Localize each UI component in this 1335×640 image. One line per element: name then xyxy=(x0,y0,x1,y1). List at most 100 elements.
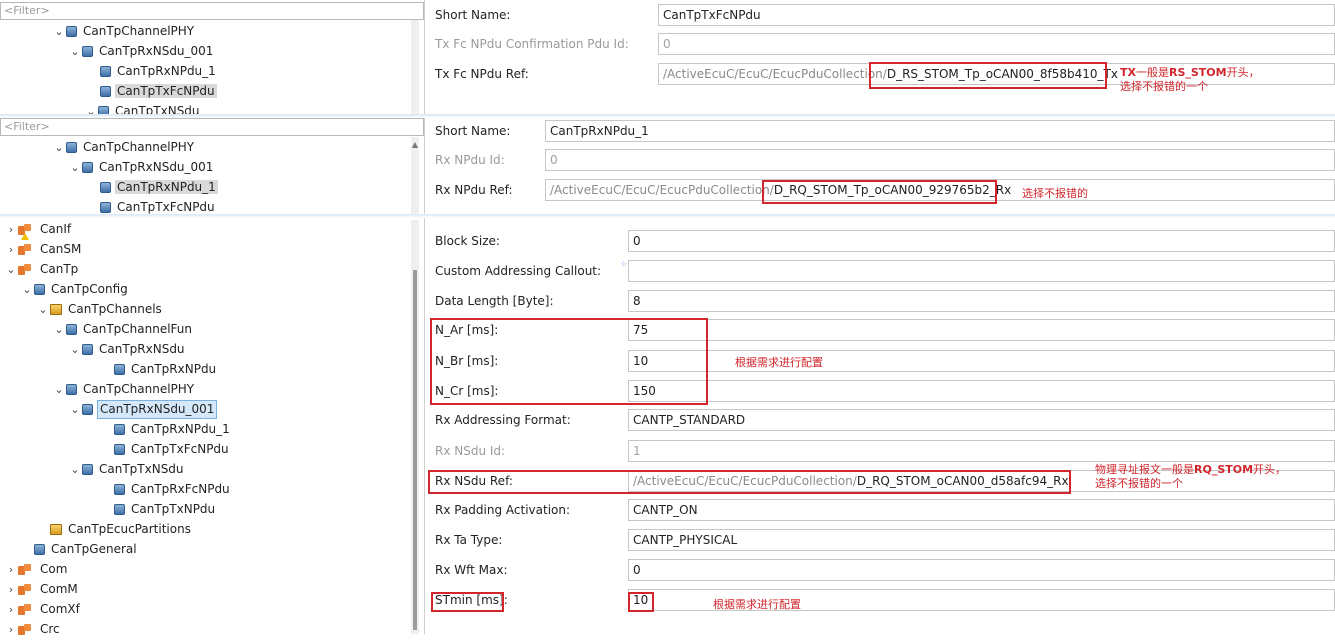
container-icon xyxy=(114,424,125,435)
chevron-right-icon[interactable]: › xyxy=(4,240,18,260)
tree-item[interactable]: CanTpRxFcNPdu xyxy=(100,479,232,499)
tree-item[interactable]: CanTpTxNPdu xyxy=(100,499,217,519)
custom-addressing-callout-field[interactable] xyxy=(628,260,1335,282)
n-ar-field[interactable]: 75 xyxy=(628,319,1335,341)
tree-item-label: CanTpChannelPHY xyxy=(83,382,195,396)
tree-item[interactable]: ⌄ CanTpChannels xyxy=(36,299,164,319)
tree-item[interactable]: › CanSM xyxy=(4,239,83,259)
tree-item[interactable]: › Crc xyxy=(4,619,62,639)
tree-item[interactable]: CanTpEcucPartitions xyxy=(36,519,193,539)
chevron-down-icon[interactable]: ⌄ xyxy=(52,138,66,158)
tree-scrollbar[interactable] xyxy=(411,220,419,634)
chevron-down-icon[interactable]: ⌄ xyxy=(68,340,82,360)
tree-item-label: CanTpRxFcNPdu xyxy=(131,482,230,496)
scroll-up-icon[interactable]: ▲ xyxy=(411,140,419,149)
chevron-right-icon[interactable]: › xyxy=(4,600,18,620)
block-size-field[interactable]: 0 xyxy=(628,230,1335,252)
tree-item[interactable]: › Com xyxy=(4,559,69,579)
annotation-note: 选择不报错的 xyxy=(1022,187,1088,200)
chevron-down-icon[interactable]: ⌄ xyxy=(68,400,82,420)
scrollbar-thumb[interactable] xyxy=(413,270,417,630)
tree-item-label: CanTpRxNPdu xyxy=(131,362,217,376)
rx-npdu-id-field[interactable]: 0 xyxy=(545,149,1335,171)
tree-item-label: Com xyxy=(40,562,68,576)
tree-item-selected[interactable]: CanTpTxFcNPdu xyxy=(100,81,217,101)
annotation-note: TX一般是RS_STOM开头， 选择不报错的一个 xyxy=(1120,66,1260,93)
tree-item[interactable]: ⌄ CanTpRxNSdu xyxy=(68,339,187,359)
chevron-down-icon[interactable]: ⌄ xyxy=(52,320,66,340)
container-icon xyxy=(66,324,77,335)
container-icon xyxy=(82,162,93,173)
confirmation-pdu-id-field[interactable]: 0 xyxy=(658,33,1335,55)
module-icon xyxy=(18,603,32,616)
tree-item-label: CanTpGeneral xyxy=(51,542,137,556)
highlight-box xyxy=(628,592,654,612)
container-icon xyxy=(82,404,93,415)
chevron-down-icon[interactable]: ⌄ xyxy=(52,22,66,42)
filter-input[interactable]: <Filter> xyxy=(0,2,424,20)
link-icon[interactable]: ⁘ xyxy=(620,260,628,270)
chevron-right-icon[interactable]: › xyxy=(4,580,18,600)
chevron-right-icon[interactable]: › xyxy=(4,620,18,640)
tree-item[interactable]: CanTpGeneral xyxy=(20,539,139,559)
screenshot-divider xyxy=(0,214,1335,218)
short-name-label: Short Name: xyxy=(435,124,511,138)
data-length-field[interactable]: 8 xyxy=(628,290,1335,312)
chevron-right-icon[interactable]: › xyxy=(4,560,18,580)
tree-item[interactable]: ⌄ CanTpTxNSdu xyxy=(68,459,186,479)
chevron-down-icon[interactable]: ⌄ xyxy=(36,300,50,320)
tree-item[interactable]: › CanIf xyxy=(4,219,73,240)
chevron-right-icon[interactable]: › xyxy=(4,220,18,240)
module-icon xyxy=(18,263,32,276)
module-icon xyxy=(18,223,32,240)
chevron-down-icon[interactable]: ⌄ xyxy=(20,280,34,300)
tree-item[interactable]: CanTpRxNPdu xyxy=(100,359,218,379)
tx-fc-npdu-ref-label: Tx Fc NPdu Ref: xyxy=(435,67,529,81)
tree-item[interactable]: CanTpRxNPdu_1 xyxy=(100,61,218,81)
tree-item-label: CanTpTxFcNPdu xyxy=(131,442,229,456)
tree-item[interactable]: ⌄ CanTp xyxy=(4,259,80,279)
container-icon xyxy=(66,384,77,395)
short-name-field[interactable]: CanTpTxFcNPdu xyxy=(658,4,1335,26)
chevron-down-icon[interactable]: ⌄ xyxy=(4,260,18,280)
data-length-label: Data Length [Byte]: xyxy=(435,294,554,308)
tree-item[interactable]: ⌄ CanTpChannelPHY xyxy=(52,137,196,157)
rx-ta-type-label: Rx Ta Type: xyxy=(435,533,503,547)
chevron-down-icon[interactable]: ⌄ xyxy=(68,158,82,178)
container-icon xyxy=(82,46,93,57)
rx-ta-type-field[interactable]: CANTP_PHYSICAL xyxy=(628,529,1335,551)
tree-item[interactable]: › ComM xyxy=(4,579,80,599)
n-cr-field[interactable]: 150 xyxy=(628,380,1335,402)
tree-item[interactable]: ⌄ CanTpChannelPHY xyxy=(52,21,196,41)
rx-addressing-format-field[interactable]: CANTP_STANDARD xyxy=(628,409,1335,431)
short-name-field[interactable]: CanTpRxNPdu_1 xyxy=(545,120,1335,142)
container-icon xyxy=(82,344,93,355)
chevron-down-icon[interactable]: ⌄ xyxy=(68,42,82,62)
rx-padding-activation-field[interactable]: CANTP_ON xyxy=(628,499,1335,521)
tree-item-label: CanTpChannelPHY xyxy=(83,24,195,38)
filter-input[interactable]: <Filter> xyxy=(0,118,424,136)
container-icon xyxy=(114,444,125,455)
tree-item-selected[interactable]: ⌄ CanTpRxNSdu_001 xyxy=(68,399,218,420)
highlight-box xyxy=(869,62,1107,89)
tree-item[interactable]: › ComXf xyxy=(4,599,82,619)
tree-item[interactable]: ⌄ CanTpChannelPHY xyxy=(52,379,196,399)
tree-item-selected[interactable]: CanTpRxNPdu_1 xyxy=(100,177,218,197)
rx-wft-max-field[interactable]: 0 xyxy=(628,559,1335,581)
tree-item[interactable]: ⌄ CanTpRxNSdu_001 xyxy=(68,41,215,61)
module-icon xyxy=(18,583,32,596)
tree-scrollbar[interactable] xyxy=(411,20,419,116)
tree-item[interactable]: ⌄ CanTpRxNSdu_001 xyxy=(68,157,215,177)
module-icon xyxy=(18,243,32,256)
tree-item[interactable]: ⌄ CanTpConfig xyxy=(20,279,130,299)
tree-item-label: CanTpChannelFun xyxy=(83,322,193,336)
tree-item-label: CanTpTxNSdu xyxy=(99,462,184,476)
chevron-down-icon[interactable]: ⌄ xyxy=(68,460,82,480)
rx-nsdu-id-field[interactable]: 1 xyxy=(628,440,1335,462)
tree-item[interactable]: ⌄ CanTpTxNSdu xyxy=(84,101,202,115)
chevron-down-icon[interactable]: ⌄ xyxy=(52,380,66,400)
tree-item[interactable]: CanTpRxNPdu_1 xyxy=(100,419,232,439)
tree-item[interactable]: CanTpTxFcNPdu xyxy=(100,439,231,459)
highlight-box xyxy=(431,592,504,612)
tree-item[interactable]: ⌄ CanTpChannelFun xyxy=(52,319,194,339)
